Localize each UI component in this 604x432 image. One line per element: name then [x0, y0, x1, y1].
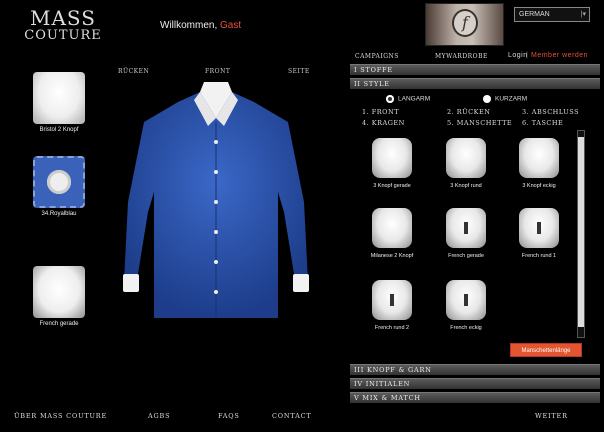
cuff-option-label: 3 Knopf rund: [450, 183, 482, 189]
view-tab-front[interactable]: FRONT: [205, 68, 230, 75]
sidebar-item-label: French gerade: [39, 321, 79, 327]
cuff-option-label: Milanese 2 Knopf: [370, 253, 414, 259]
accordion-stoffe[interactable]: I STOFFE: [350, 64, 600, 75]
brand-banner-image[interactable]: f: [425, 3, 504, 46]
radio-label: KURZARM: [495, 95, 528, 103]
cuff-option-label: 3 Knopf gerade: [373, 183, 411, 189]
view-tab-side[interactable]: SEITE: [288, 68, 310, 75]
logo-line1: MASS: [30, 6, 96, 30]
cuff-option[interactable]: 3 Knopf rund: [438, 138, 494, 189]
cuff-option-label: 3 Knopf eckig: [522, 183, 556, 189]
nav-separator: |: [526, 52, 529, 59]
radio-label: LANGARM: [398, 95, 431, 103]
logo[interactable]: MASS COUTURE: [18, 8, 108, 43]
cuff-option-label: French rund 2: [374, 325, 410, 331]
radio-selected-icon: [386, 95, 394, 103]
subtab-cuff[interactable]: 5. MANSCHETTE: [447, 119, 512, 127]
footer-about-link[interactable]: ÜBER MASS COUTURE: [14, 412, 107, 420]
cuff-french-straight-icon: [446, 208, 486, 248]
footer-contact-link[interactable]: CONTACT: [272, 412, 312, 420]
cuff-option[interactable]: French rund 1: [511, 208, 567, 259]
language-value: GERMAN: [519, 11, 550, 18]
sidebar-item-button[interactable]: 34.Royalblau: [28, 156, 90, 217]
nav-campaigns[interactable]: CAMPAIGNS: [355, 53, 399, 60]
radio-empty-icon: [483, 95, 491, 103]
accordion-style[interactable]: II STYLE: [350, 78, 600, 89]
view-tab-back[interactable]: RÜCKEN: [118, 68, 149, 75]
cuff-option[interactable]: 3 Knopf eckig: [511, 138, 567, 189]
scrollbar-thumb[interactable]: [578, 137, 584, 327]
scrollbar[interactable]: [577, 130, 585, 338]
accordion-initialen[interactable]: IV INITIALEN: [350, 378, 600, 389]
footer-agbs-link[interactable]: AGBS: [148, 412, 170, 420]
cuff-option-label: French rund 1: [521, 253, 557, 259]
welcome-label: Willkommen,: [160, 20, 218, 31]
cuff-option[interactable]: Milanese 2 Knopf: [364, 208, 420, 259]
next-button[interactable]: WEITER: [535, 412, 568, 420]
welcome-text: Willkommen, Gast: [160, 20, 241, 31]
cuff-option-label: French gerade: [448, 253, 484, 259]
accordion-mix-match[interactable]: V MIX & MATCH: [350, 392, 600, 403]
cuff-3-button-round-icon: [446, 138, 486, 178]
cuff-option[interactable]: 3 Knopf gerade: [364, 138, 420, 189]
cuff-french-round-icon: [519, 208, 559, 248]
accordion-knopf-garn[interactable]: III KNOPF & GARN: [350, 364, 600, 375]
button-fabric-icon: [33, 156, 85, 208]
subtab-front[interactable]: 1. FRONT: [362, 108, 399, 116]
cuff-3-button-angled-icon: [519, 138, 559, 178]
cuff-icon: [33, 266, 85, 318]
chevron-down-icon: |▾: [580, 11, 586, 18]
cuff-option[interactable]: French rund 2: [364, 280, 420, 331]
sidebar-item-label: 34.Royalblau: [41, 211, 77, 217]
subtab-finish[interactable]: 3. ABSCHLUSS: [522, 108, 579, 116]
cuff-milanese-icon: [372, 208, 412, 248]
subtab-pocket[interactable]: 6. TASCHE: [522, 119, 563, 127]
login-link[interactable]: Login: [508, 52, 528, 59]
logo-line2: COUTURE: [24, 28, 102, 43]
cuff-option[interactable]: French eckig: [438, 280, 494, 331]
language-select[interactable]: GERMAN |▾: [514, 7, 590, 22]
cuff-length-button[interactable]: Manschettenlänge: [510, 343, 582, 357]
sidebar-item-collar[interactable]: Bristol 2 Knopf: [28, 72, 90, 133]
subtab-back[interactable]: 2. RÜCKEN: [447, 108, 490, 116]
guest-name: Gast: [220, 20, 242, 31]
sidebar-item-cuff[interactable]: French gerade: [28, 266, 90, 327]
brand-monogram-icon: f: [452, 9, 478, 37]
collar-icon: [33, 72, 85, 124]
cuff-french-angled-icon: [446, 280, 486, 320]
sidebar-item-label: Bristol 2 Knopf: [39, 127, 79, 133]
cuff-option[interactable]: French gerade: [438, 208, 494, 259]
cuff-3-button-icon: [372, 138, 412, 178]
subtab-collar[interactable]: 4. KRAGEN: [362, 119, 405, 127]
shirt-preview-image: [123, 82, 309, 318]
cuff-option-label: French eckig: [450, 325, 482, 331]
radio-kurzarm[interactable]: KURZARM: [483, 95, 527, 103]
radio-langarm[interactable]: LANGARM: [386, 95, 430, 103]
footer-faqs-link[interactable]: FAQS: [218, 412, 240, 420]
member-link[interactable]: Member werden: [531, 52, 588, 59]
cuff-french-round2-icon: [372, 280, 412, 320]
nav-mywardrobe[interactable]: MYWARDROBE: [435, 53, 488, 60]
